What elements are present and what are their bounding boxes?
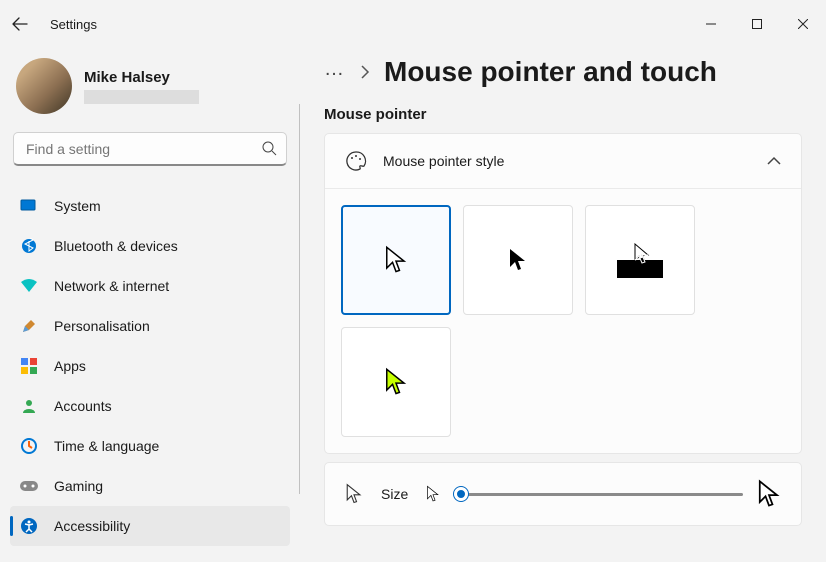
nav-item-time-language[interactable]: Time & language (10, 426, 290, 466)
pointer-style-inverted[interactable] (585, 205, 695, 315)
maximize-icon (752, 19, 762, 29)
nav-item-accounts[interactable]: Accounts (10, 386, 290, 426)
search-wrap (13, 132, 287, 166)
search-input[interactable] (13, 132, 287, 166)
nav-item-accessibility[interactable]: Accessibility (10, 506, 290, 546)
search-icon (261, 140, 277, 156)
brush-icon (20, 317, 38, 335)
main-content: … Mouse pointer and touch Mouse pointer … (300, 48, 826, 562)
window-title: Settings (50, 17, 97, 32)
nav-item-gaming[interactable]: Gaming (10, 466, 290, 506)
cursor-large-icon (757, 479, 781, 509)
pointer-size-card: Size (324, 462, 802, 526)
pointer-style-custom[interactable] (341, 327, 451, 437)
nav-item-personalisation[interactable]: Personalisation (10, 306, 290, 346)
nav-item-network[interactable]: Network & internet (10, 266, 290, 306)
pointer-style-black[interactable] (463, 205, 573, 315)
cursor-small-icon (426, 485, 440, 503)
nav-label: Accessibility (54, 518, 130, 534)
nav-item-apps[interactable]: Apps (10, 346, 290, 386)
sidebar: Mike Halsey System Bluetooth & devices N… (0, 48, 300, 562)
minimize-icon (706, 19, 716, 29)
nav-label: System (54, 198, 101, 214)
accessibility-icon (20, 517, 38, 535)
breadcrumb: … Mouse pointer and touch (324, 56, 802, 88)
minimize-button[interactable] (688, 8, 734, 40)
cursor-custom-icon (383, 367, 409, 397)
size-title: Size (381, 486, 408, 502)
user-email-redacted (84, 90, 199, 104)
breadcrumb-overflow[interactable]: … (324, 58, 346, 87)
size-slider-wrap (426, 479, 781, 509)
size-slider[interactable] (454, 485, 743, 503)
nav-label: Apps (54, 358, 86, 374)
apps-icon (20, 357, 38, 375)
back-button[interactable] (0, 16, 40, 32)
maximize-button[interactable] (734, 8, 780, 40)
cursor-inverted-icon (613, 240, 667, 280)
pointer-style-title: Mouse pointer style (383, 153, 504, 169)
cursor-white-icon (383, 245, 409, 275)
close-button[interactable] (780, 8, 826, 40)
nav-item-system[interactable]: System (10, 186, 290, 226)
clock-globe-icon (20, 437, 38, 455)
user-name: Mike Halsey (84, 69, 199, 86)
system-icon (20, 197, 38, 215)
page-title: Mouse pointer and touch (384, 56, 717, 88)
person-icon (20, 397, 38, 415)
nav-label: Network & internet (54, 278, 169, 294)
nav-label: Time & language (54, 438, 159, 454)
pointer-style-white[interactable] (341, 205, 451, 315)
window-controls (688, 8, 826, 40)
pointer-style-card: Mouse pointer style (324, 133, 802, 454)
nav-label: Gaming (54, 478, 103, 494)
chevron-right-icon (360, 65, 370, 79)
bluetooth-icon (20, 237, 38, 255)
palette-icon (345, 150, 367, 172)
pointer-style-options (325, 188, 801, 453)
nav-label: Accounts (54, 398, 112, 414)
nav-label: Bluetooth & devices (54, 238, 178, 254)
pointer-style-header[interactable]: Mouse pointer style (325, 134, 801, 188)
nav-list: System Bluetooth & devices Network & int… (10, 186, 290, 546)
gaming-icon (20, 477, 38, 495)
cursor-outline-icon (345, 483, 363, 505)
arrow-left-icon (12, 16, 28, 32)
cursor-black-icon (507, 247, 529, 273)
nav-item-bluetooth[interactable]: Bluetooth & devices (10, 226, 290, 266)
user-block[interactable]: Mike Halsey (10, 48, 290, 128)
section-label: Mouse pointer (324, 106, 802, 123)
wifi-icon (20, 277, 38, 295)
avatar (16, 58, 72, 114)
chevron-up-icon (767, 156, 781, 166)
titlebar: Settings (0, 0, 826, 48)
close-icon (798, 19, 808, 29)
nav-label: Personalisation (54, 318, 150, 334)
